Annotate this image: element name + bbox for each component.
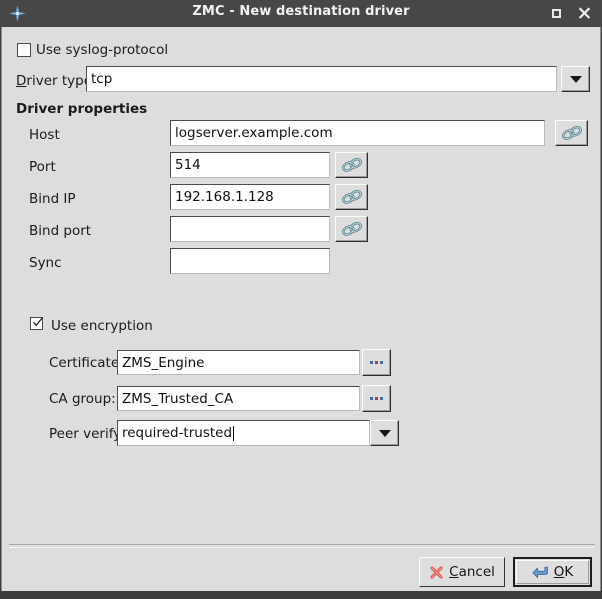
enter-arrow-icon <box>532 565 549 580</box>
driver-type-input[interactable]: tcp <box>86 66 557 92</box>
driver-type-label: Driver type: <box>16 73 97 89</box>
chain-link-icon <box>341 158 362 172</box>
title-bar: ZMC - New destination driver <box>0 0 602 27</box>
host-value: logserver.example.com <box>175 125 333 141</box>
bind-ip-input[interactable]: 192.168.1.128 <box>170 184 330 210</box>
chain-link-icon <box>341 190 362 204</box>
driver-type-value: tcp <box>91 71 113 87</box>
dialog-window: ZMC - New destination driver Use syslog-… <box>0 0 602 599</box>
chain-link-icon <box>341 222 362 236</box>
maximize-button[interactable] <box>543 0 569 27</box>
port-input[interactable]: 514 <box>170 152 330 178</box>
text-caret <box>233 425 235 441</box>
bind-port-input[interactable] <box>170 216 330 242</box>
chevron-down-icon <box>378 429 391 437</box>
use-encryption-checkbox[interactable] <box>30 317 43 330</box>
footer-separator <box>9 544 595 548</box>
port-value: 514 <box>175 157 201 173</box>
ca-group-label: CA group: <box>49 391 116 407</box>
use-syslog-protocol-label: Use syslog-protocol <box>36 42 169 58</box>
ok-label: OK <box>553 564 574 580</box>
host-input[interactable]: logserver.example.com <box>170 120 545 146</box>
sync-input[interactable] <box>170 248 330 274</box>
peer-verify-value: required-trusted <box>122 425 233 441</box>
port-link-button[interactable] <box>335 152 368 178</box>
sync-label: Sync <box>29 255 62 271</box>
ellipsis-icon <box>370 361 383 364</box>
driver-type-dropdown-button[interactable] <box>561 66 590 92</box>
red-x-icon <box>429 565 444 580</box>
ellipsis-icon <box>370 397 383 400</box>
bind-port-link-button[interactable] <box>335 216 368 242</box>
certificate-browse-button[interactable] <box>362 349 391 376</box>
bind-port-label: Bind port <box>29 223 92 239</box>
maximize-icon <box>551 9 561 18</box>
host-link-button[interactable] <box>555 120 588 146</box>
use-encryption-label: Use encryption <box>51 318 153 334</box>
host-label: Host <box>29 127 60 143</box>
use-syslog-protocol-checkbox[interactable] <box>17 43 31 57</box>
ca-group-input[interactable]: ZMS_Trusted_CA <box>117 386 360 411</box>
cancel-button[interactable]: Cancel <box>419 557 505 587</box>
peer-verify-label: Peer verify: <box>49 426 125 442</box>
ok-button[interactable]: OK <box>513 557 592 587</box>
peer-verify-input[interactable]: required-trusted <box>117 420 370 446</box>
ca-group-browse-button[interactable] <box>362 385 391 412</box>
driver-properties-heading: Driver properties <box>16 101 148 117</box>
certificate-label: Certificate: <box>49 355 124 371</box>
peer-verify-dropdown-button[interactable] <box>370 420 399 446</box>
checkmark-icon <box>33 317 43 327</box>
close-button[interactable] <box>571 0 597 27</box>
bind-ip-value: 192.168.1.128 <box>175 189 274 205</box>
close-icon <box>578 7 590 19</box>
dialog-body: Use syslog-protocol Driver type: tcp Dri… <box>1 27 601 591</box>
cancel-label: Cancel <box>449 564 495 580</box>
certificate-input[interactable]: ZMS_Engine <box>117 350 360 375</box>
chain-link-icon <box>561 126 582 140</box>
bind-ip-link-button[interactable] <box>335 184 368 210</box>
port-label: Port <box>29 159 56 175</box>
window-title: ZMC - New destination driver <box>192 4 410 19</box>
bind-ip-label: Bind IP <box>29 191 76 207</box>
chevron-down-icon <box>569 75 582 83</box>
ca-group-value: ZMS_Trusted_CA <box>122 390 234 407</box>
certificate-value: ZMS_Engine <box>122 354 205 371</box>
